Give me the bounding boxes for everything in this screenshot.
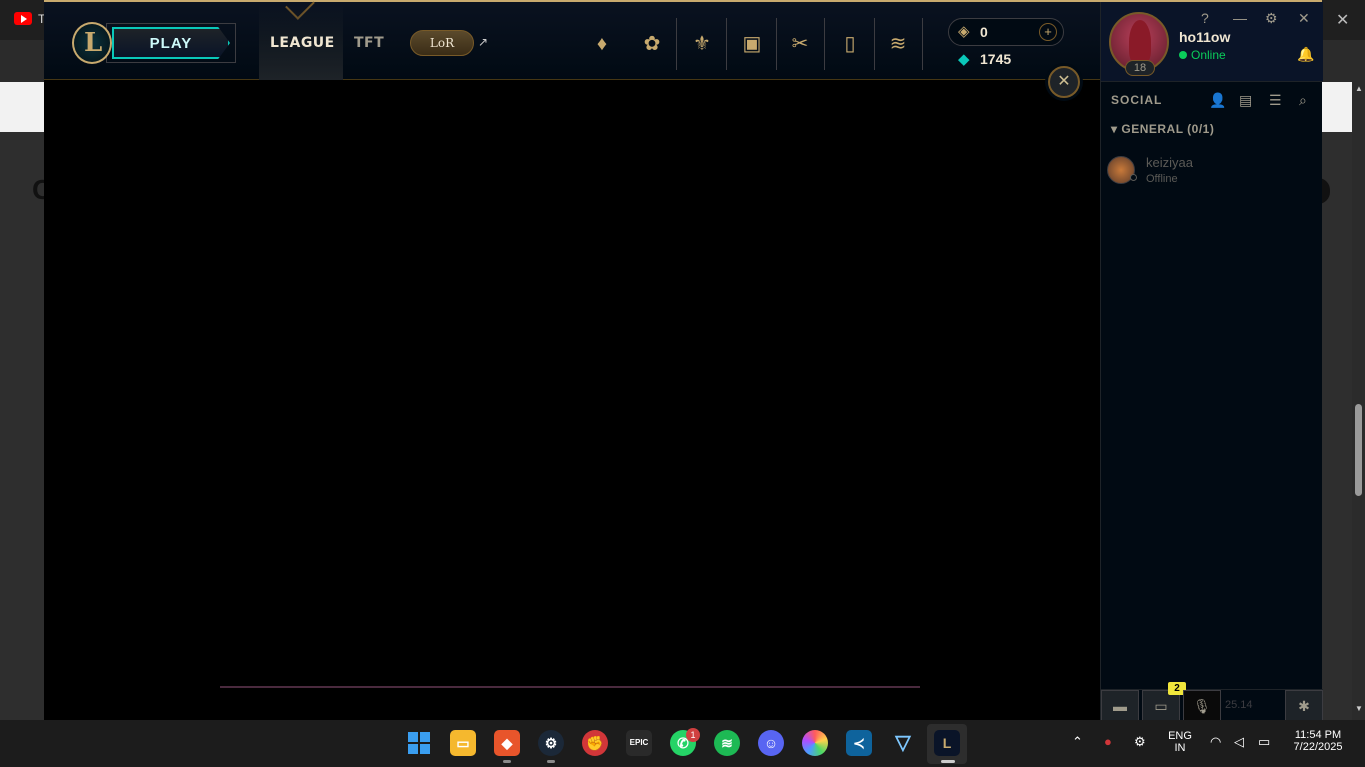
home-crystal-icon[interactable]: ♦ <box>590 32 614 56</box>
language-region: IN <box>1174 742 1186 754</box>
close-overlay-button[interactable]: ✕ <box>1048 66 1080 98</box>
nav-divider <box>726 18 727 70</box>
screen: T ✕ ‹ ≡ C ▲ ▼ L PLAY LEAGUE TFT LoR ↗ <box>0 0 1365 767</box>
client-main-content <box>44 81 1100 767</box>
buy-rp-button[interactable]: + <box>1039 23 1057 41</box>
summoner-status[interactable]: Online <box>1191 48 1226 62</box>
friend-name: keiziyaa <box>1146 155 1193 170</box>
social-header: SOCIAL 👤 ▤ ☰ ⌕ <box>1101 88 1323 112</box>
proton-vpn-icon[interactable]: ▽ <box>890 730 916 756</box>
language-indicator[interactable]: ENG IN <box>1166 730 1194 754</box>
store-coins-icon[interactable]: ≋ <box>886 32 910 56</box>
group-label: GENERAL (0/1) <box>1121 122 1215 136</box>
tab-tft[interactable]: TFT <box>354 35 384 51</box>
loot-hextech-icon[interactable]: ✂ <box>788 32 812 56</box>
offline-status-dot <box>1130 174 1137 181</box>
search-icon[interactable]: ⌕ <box>1299 92 1307 109</box>
social-panel: 18 ho11ow Online ? — ⚙ ✕ 🔔 SOCIAL 👤 ▤ ☰ … <box>1100 2 1323 721</box>
file-explorer-icon[interactable]: ▭ <box>450 730 476 756</box>
riot-points-icon: ◈ <box>958 23 970 40</box>
running-indicator <box>503 760 511 763</box>
league-client-taskbar-icon[interactable]: L <box>934 730 960 756</box>
running-indicator <box>547 760 555 763</box>
steam-icon[interactable]: ⚙ <box>538 730 564 756</box>
nav-divider <box>776 18 777 70</box>
wifi-icon[interactable]: ◠ <box>1210 734 1221 750</box>
youtube-icon[interactable] <box>14 12 32 25</box>
volume-icon[interactable]: ◁ <box>1234 734 1244 750</box>
microphone-icon[interactable]: 🎙 <box>1183 690 1221 721</box>
active-indicator <box>941 760 955 763</box>
chevron-down-icon: ▾ <box>1111 122 1122 136</box>
nav-divider <box>824 18 825 70</box>
riot-tray-icon[interactable]: ● <box>1104 734 1112 749</box>
battery-icon[interactable]: ▭ <box>1258 734 1270 750</box>
lor-button[interactable]: LoR <box>410 30 474 56</box>
windows-taskbar: ▭ ◆ ⚙ ✊ EPIC ✆ 1 ≋ ☺ ≺ ▽ L ⌃ ● ⚙ ENG IN … <box>0 720 1365 767</box>
steam-tray-icon[interactable]: ⚙ <box>1134 734 1146 750</box>
color-app-icon[interactable] <box>802 730 828 756</box>
spotify-icon[interactable]: ≋ <box>714 730 740 756</box>
league-client-window: L PLAY LEAGUE TFT LoR ↗ ♦ ✿ ⚜ ▣ ✂ ▯ ≋ ◈ … <box>44 0 1323 767</box>
language-code: ENG <box>1168 730 1192 742</box>
date-text: 7/22/2025 <box>1293 741 1343 753</box>
add-friend-icon[interactable]: 👤 <box>1209 92 1226 109</box>
riot-client-icon[interactable]: ✊ <box>582 730 608 756</box>
clock[interactable]: 11:54 PM 7/22/2025 <box>1286 729 1350 753</box>
chat-bubble-icon[interactable]: ▬ <box>1101 690 1139 721</box>
scroll-up-icon[interactable]: ▲ <box>1355 84 1363 93</box>
bug-report-icon[interactable]: ✱ <box>1285 690 1323 721</box>
windows-start-icon[interactable] <box>406 730 432 756</box>
blue-essence-value: 1745 <box>980 51 1012 67</box>
profile-header: 18 ho11ow Online ? — ⚙ ✕ 🔔 <box>1101 2 1323 82</box>
social-title: SOCIAL <box>1111 93 1163 107</box>
settings-gear-icon[interactable]: ⚙ <box>1265 10 1278 27</box>
browser-scrollbar[interactable]: ▲ ▼ <box>1352 82 1365 720</box>
add-folder-icon[interactable]: ▤ <box>1239 92 1252 109</box>
help-icon[interactable]: ? <box>1201 10 1209 26</box>
summoner-name[interactable]: ho11ow <box>1179 29 1230 45</box>
riot-points-value: 0 <box>980 24 988 40</box>
close-icon[interactable]: ✕ <box>1298 10 1310 27</box>
social-footer: ▬ ▭ 2 🎙 25.14 ✱ <box>1101 682 1323 721</box>
client-version: 25.14 <box>1225 699 1253 711</box>
play-button[interactable]: PLAY <box>112 27 230 59</box>
minimize-icon[interactable]: — <box>1233 10 1247 26</box>
nav-divider <box>922 18 923 70</box>
epic-games-icon[interactable]: EPIC <box>626 730 652 756</box>
discord-icon[interactable]: ☺ <box>758 730 784 756</box>
collection-chest-icon[interactable]: ▣ <box>740 32 764 56</box>
external-link-icon: ↗ <box>478 35 489 49</box>
whatsapp-notification-badge: 1 <box>686 728 700 742</box>
friend-list-item[interactable]: keiziyaa Offline <box>1101 150 1323 190</box>
time-text: 11:54 PM <box>1294 729 1342 741</box>
browser-close-icon[interactable]: ✕ <box>1336 10 1349 30</box>
friend-status: Offline <box>1146 173 1178 185</box>
clash-shield-icon[interactable]: ▯ <box>838 32 862 56</box>
list-view-icon[interactable]: ☰ <box>1269 92 1282 109</box>
friend-group-general[interactable]: ▾ GENERAL (0/1) <box>1111 122 1214 136</box>
profile-crest-icon[interactable]: ⚜ <box>690 32 714 56</box>
notification-bell-icon[interactable]: 🔔 <box>1297 46 1314 63</box>
brave-browser-icon[interactable]: ◆ <box>494 730 520 756</box>
blue-essence-icon: ◆ <box>958 51 970 68</box>
loading-progress-bar <box>220 686 920 688</box>
tft-lotus-icon[interactable]: ✿ <box>640 32 664 56</box>
tray-overflow-icon[interactable]: ⌃ <box>1072 734 1083 750</box>
client-top-nav: L PLAY LEAGUE TFT LoR ↗ ♦ ✿ ⚜ ▣ ✂ ▯ ≋ ◈ … <box>44 0 1100 80</box>
lor-label: LoR <box>429 36 455 50</box>
tab-league[interactable]: LEAGUE <box>270 35 335 51</box>
vscode-icon[interactable]: ≺ <box>846 730 872 756</box>
scroll-down-icon[interactable]: ▼ <box>1355 704 1363 713</box>
nav-divider <box>874 18 875 70</box>
summoner-level-badge: 18 <box>1125 60 1155 76</box>
online-status-dot <box>1179 51 1187 59</box>
scrollbar-thumb[interactable] <box>1355 404 1362 496</box>
nav-divider <box>676 18 677 70</box>
league-logo-icon[interactable]: L <box>72 22 112 64</box>
